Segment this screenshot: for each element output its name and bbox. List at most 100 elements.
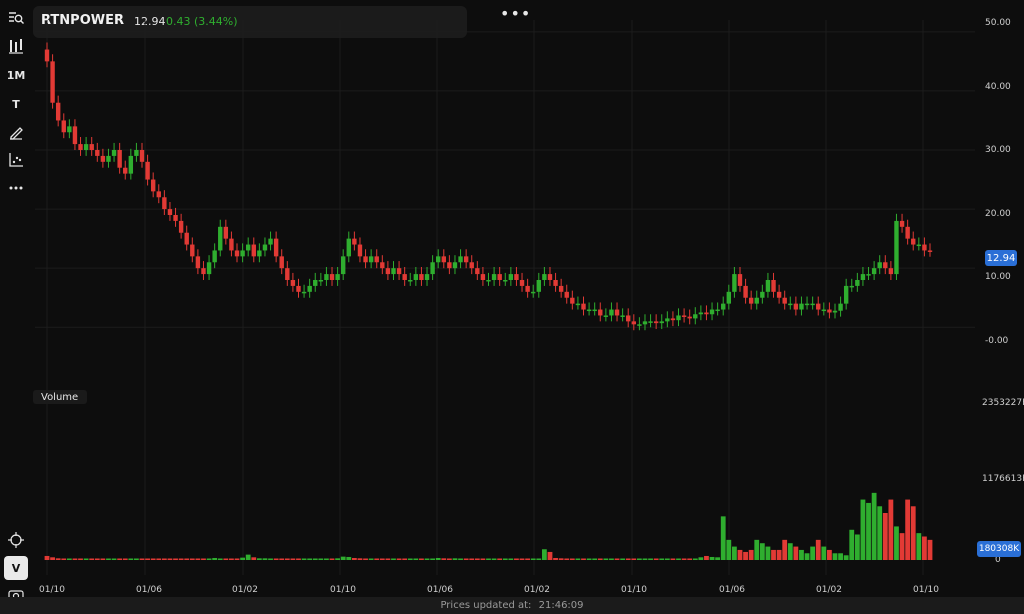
volume-bar (631, 558, 637, 560)
volume-bar (195, 558, 201, 560)
volume-bar (424, 558, 430, 560)
candle-body (374, 256, 379, 263)
volume-bar (692, 558, 698, 560)
volume-bar (558, 558, 564, 560)
volume-bar (715, 557, 721, 560)
candle-body (201, 268, 206, 275)
candle-body (793, 303, 799, 310)
volume-bar (201, 558, 206, 560)
volume-bar (581, 558, 586, 560)
volume-bar (301, 558, 307, 560)
candle-body (486, 280, 491, 282)
volume-bar (324, 558, 329, 560)
candle-body (637, 324, 642, 326)
price-chart[interactable] (0, 0, 1024, 600)
volume-bar (860, 499, 866, 560)
volume-bar (234, 558, 240, 560)
candle-body (463, 256, 469, 263)
candle-body (581, 303, 586, 310)
candle-body (821, 309, 827, 312)
volume-bar (659, 558, 665, 560)
volume-bar (636, 558, 642, 560)
footer-label: Prices updated at: (440, 600, 532, 611)
volume-bar (815, 539, 821, 560)
volume-bar (687, 558, 693, 560)
candle-body (715, 309, 720, 312)
candle-body (603, 315, 609, 317)
volume-bar (134, 558, 139, 560)
candle-body (849, 285, 854, 288)
candle-body (743, 285, 748, 298)
volume-bar (117, 558, 123, 560)
volume-bar (173, 558, 178, 560)
volume-bar (178, 558, 184, 560)
candle-body (911, 238, 916, 245)
volume-bar (217, 558, 223, 560)
candle-body (251, 244, 256, 257)
volume-bar (787, 543, 793, 560)
candle-body (123, 167, 128, 174)
volume-bar (525, 558, 531, 560)
volume-bar (676, 558, 681, 560)
volume-bar (379, 558, 385, 560)
volume-bar (139, 558, 145, 560)
candle-body (564, 291, 569, 298)
candle-body (89, 144, 94, 150)
volume-bar (810, 546, 816, 560)
candle-body (413, 274, 419, 280)
volume-bar (419, 558, 424, 560)
candle-body (894, 220, 899, 275)
volume-bar (94, 558, 100, 560)
candle-body (754, 297, 759, 304)
volume-bar (849, 529, 855, 560)
candle-body (173, 215, 178, 221)
candlestick-series (44, 42, 933, 331)
volume-bar (491, 558, 497, 560)
candle-body (195, 256, 201, 269)
volume-bar (597, 558, 603, 560)
last-volume-tag: 180308K (977, 541, 1021, 557)
candle-body (150, 179, 156, 192)
chart-grid (35, 20, 975, 575)
candle-body (441, 256, 446, 263)
volume-bar (704, 555, 709, 560)
volume-bar (922, 536, 927, 560)
candle-body (693, 314, 698, 319)
candle-body (843, 285, 849, 304)
candle-body (424, 274, 430, 280)
candle-body (61, 120, 66, 133)
time-axis-label: 01/06 (136, 585, 162, 595)
candle-body (782, 297, 787, 304)
candle-body (296, 285, 301, 292)
volume-bar (240, 557, 246, 560)
volume-bar (89, 558, 95, 560)
candle-body (190, 244, 195, 257)
candle-body (335, 274, 340, 280)
candle-body (709, 309, 715, 315)
candle-body (491, 274, 497, 280)
volume-bar (804, 553, 810, 560)
candle-body (352, 238, 357, 245)
volume-bar (430, 558, 436, 560)
volume-bar (609, 558, 614, 560)
volume-bar (821, 546, 827, 560)
candle-body (402, 274, 407, 280)
candle-body (916, 244, 922, 247)
candle-body (838, 303, 843, 311)
volume-axis-label: 1176613K (982, 474, 1024, 484)
candle-body (558, 285, 564, 292)
volume-bar (474, 558, 480, 560)
candle-body (547, 274, 553, 280)
volume-bar (709, 556, 715, 560)
volume-bar (156, 558, 162, 560)
volume-bar (351, 557, 357, 560)
volume-bar (569, 558, 575, 560)
candle-body (480, 274, 486, 280)
volume-bar (391, 558, 396, 560)
last-price-tag: 12.94 (985, 250, 1017, 266)
volume-bar (670, 558, 676, 560)
volume-bar (894, 526, 899, 560)
volume-bar (150, 558, 156, 560)
candle-body (212, 250, 217, 263)
time-axis-label: 01/02 (524, 585, 550, 595)
